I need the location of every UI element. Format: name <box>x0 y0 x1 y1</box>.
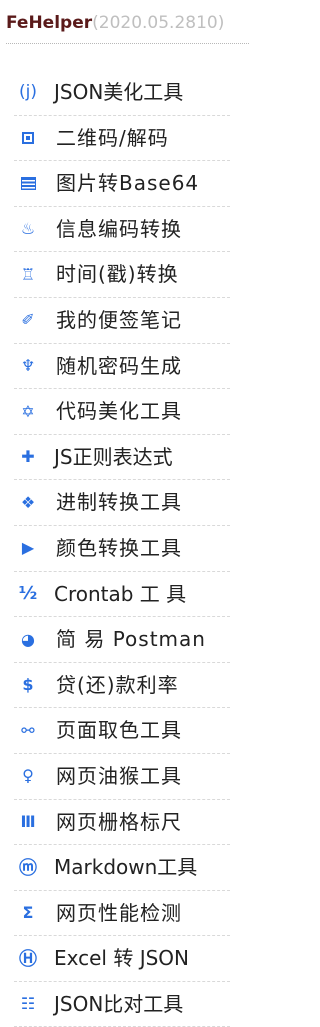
menu-item-label: 图片转Base64 <box>56 171 200 196</box>
menu-item-qrcode[interactable]: 二维码/解码 <box>14 116 230 162</box>
tools-menu: (j) JSON美化工具 二维码/解码 图片转Base64 ♨ 信息编码转换 ♖… <box>14 70 230 1027</box>
menu-item-label: 进制转换工具 <box>56 490 182 515</box>
menu-item-grid-ruler[interactable]: Ⅲ 网页栅格标尺 <box>14 800 230 846</box>
columns-icon: Ⅲ <box>20 812 36 831</box>
trident-icon: ♆ <box>20 356 36 376</box>
dollar-icon: $ <box>22 675 34 695</box>
menu-item-encoding[interactable]: ♨ 信息编码转换 <box>14 207 230 253</box>
sigma-icon: Σ <box>22 903 34 923</box>
menu-item-label: JSON比对工具 <box>54 991 184 1016</box>
menu-item-label: 我的便签笔记 <box>56 307 182 332</box>
header: FeHelper(2020.05.2810) <box>6 0 249 44</box>
menu-item-markdown[interactable]: ⓜ Markdown工具 <box>14 845 230 891</box>
circled-h-icon: Ⓗ <box>19 949 37 971</box>
menu-item-label: 简 易 Postman <box>56 627 206 652</box>
menu-item-color-picker[interactable]: ⚯ 页面取色工具 <box>14 708 230 754</box>
menu-item-color[interactable]: ▶ 颜色转换工具 <box>14 526 230 572</box>
menu-item-code-beautify[interactable]: ✡ 代码美化工具 <box>14 389 230 435</box>
list-icon: ☷ <box>20 994 36 1014</box>
menu-item-label: 时间(戳)转换 <box>56 262 179 287</box>
menu-item-label: 代码美化工具 <box>56 399 182 424</box>
circled-m-icon: ⓜ <box>19 858 37 880</box>
menu-item-notes[interactable]: ✐ 我的便签笔记 <box>14 298 230 344</box>
menu-item-label: 颜色转换工具 <box>56 535 182 560</box>
menu-item-crontab[interactable]: ½ Crontab 工 具 <box>14 572 230 618</box>
menu-item-label: 随机密码生成 <box>56 353 182 378</box>
star-of-david-icon: ✡ <box>21 401 35 421</box>
diamond-icon: ❖ <box>20 492 36 512</box>
version-label: (2020.05.2810) <box>92 13 225 33</box>
menu-item-json-diff[interactable]: ☷ JSON比对工具 <box>14 982 230 1027</box>
menu-item-password[interactable]: ♆ 随机密码生成 <box>14 344 230 390</box>
brand: FeHelper(2020.05.2810) <box>6 13 224 33</box>
hot-springs-icon: ♨ <box>20 219 36 239</box>
hourglass-icon: ♖ <box>20 264 36 284</box>
pie-icon: ◕ <box>21 629 35 649</box>
menu-item-regex[interactable]: ✚ JS正则表达式 <box>14 435 230 481</box>
pencil-icon: ✐ <box>21 310 35 330</box>
menu-item-label: 贷(还)款利率 <box>56 672 179 697</box>
menu-item-loan-rate[interactable]: $ 贷(还)款利率 <box>14 663 230 709</box>
menu-item-label: Excel 转 JSON <box>54 946 189 971</box>
menu-item-label: Markdown工具 <box>54 855 198 880</box>
link-icon: ⚯ <box>21 720 35 740</box>
menu-item-label: 二维码/解码 <box>56 125 169 150</box>
play-icon: ▶ <box>21 538 35 558</box>
menu-item-json-formatter[interactable]: (j) JSON美化工具 <box>14 70 230 116</box>
image-icon <box>16 171 40 195</box>
plus-icon: ✚ <box>21 447 35 467</box>
menu-item-label: JS正则表达式 <box>54 444 173 469</box>
menu-item-excel-json[interactable]: Ⓗ Excel 转 JSON <box>14 936 230 982</box>
menu-item-label: 网页油猴工具 <box>56 763 182 788</box>
braces-j-icon: (j) <box>19 82 37 102</box>
menu-item-label: 网页性能检测 <box>56 900 182 925</box>
menu-item-radix[interactable]: ❖ 进制转换工具 <box>14 480 230 526</box>
menu-item-monkey[interactable]: ♀ 网页油猴工具 <box>14 754 230 800</box>
menu-item-label: 页面取色工具 <box>56 718 182 743</box>
menu-item-image-base64[interactable]: 图片转Base64 <box>14 161 230 207</box>
menu-item-label: 网页栅格标尺 <box>56 809 182 834</box>
female-sign-icon: ♀ <box>22 766 34 786</box>
menu-item-postman[interactable]: ◕ 简 易 Postman <box>14 617 230 663</box>
brand-name: FeHelper <box>6 13 93 33</box>
qrcode-icon <box>16 126 40 150</box>
menu-item-label: Crontab 工 具 <box>54 581 187 606</box>
menu-item-label: 信息编码转换 <box>56 216 182 241</box>
one-half-icon: ½ <box>18 583 38 605</box>
menu-item-performance[interactable]: Σ 网页性能检测 <box>14 891 230 937</box>
menu-item-label: JSON美化工具 <box>54 80 184 104</box>
menu-item-timestamp[interactable]: ♖ 时间(戳)转换 <box>14 252 230 298</box>
